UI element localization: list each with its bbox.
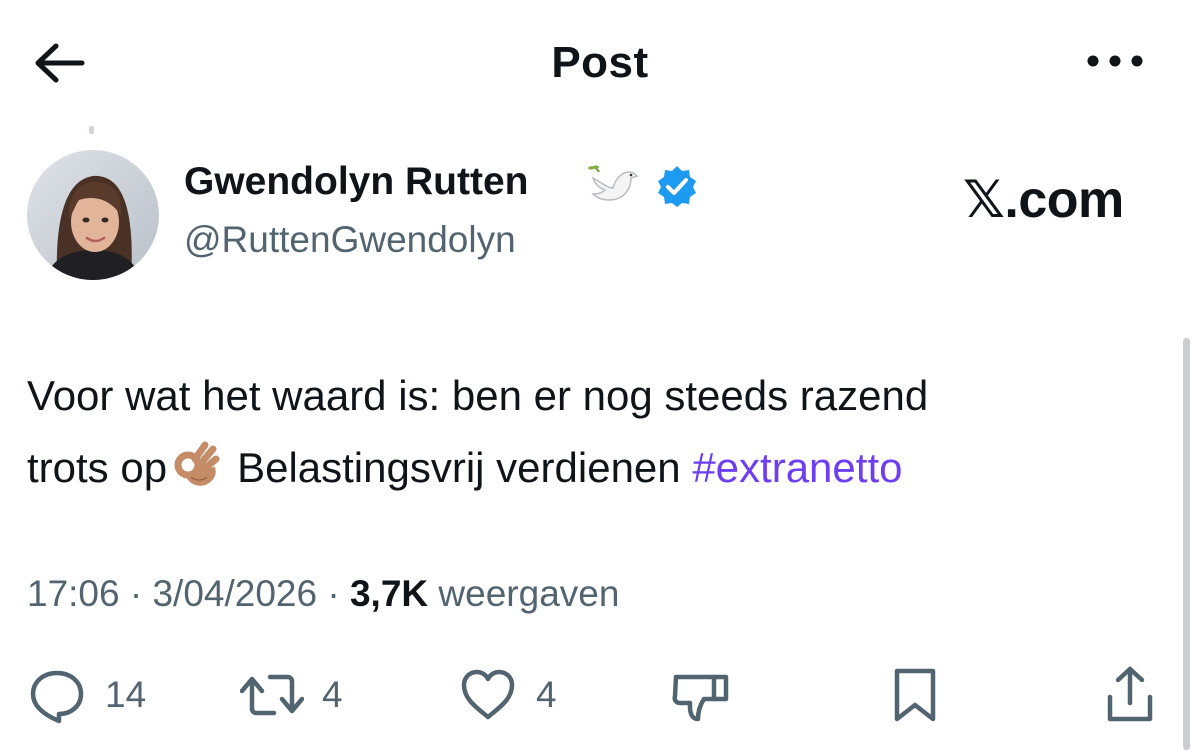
tweet-line-1: Voor wat het waard is: ben er nog steeds…	[27, 372, 929, 419]
like-count: 4	[536, 674, 557, 715]
more-horizontal-icon	[1087, 55, 1143, 67]
decorative-dot	[89, 126, 94, 134]
brand-label: 𝕏.com	[963, 171, 1124, 229]
post-date[interactable]: 3/04/2026	[152, 573, 317, 614]
tweet-text-part: trots op	[27, 444, 168, 491]
ok-hand-icon	[171, 439, 223, 491]
post-time: 17:06	[27, 573, 120, 614]
bookmark-button[interactable]	[885, 655, 945, 735]
dislike-icon	[672, 674, 729, 722]
tweet-text-part: Belastingsvrij verdienen	[237, 444, 681, 491]
views-count[interactable]: 3,7K	[350, 573, 428, 614]
dove-icon	[588, 165, 639, 201]
author-name[interactable]: Gwendolyn Rutten	[184, 160, 529, 204]
like-icon	[461, 669, 515, 720]
share-icon	[1107, 666, 1153, 722]
post-header: Post	[0, 0, 1200, 125]
tweet-line-2: trots op Belastingsvrij verdienen #extra…	[27, 432, 1147, 504]
repost-button[interactable]: 4	[240, 655, 343, 735]
tweet-text: Voor wat het waard is: ben er nog steeds…	[27, 360, 1147, 504]
repost-count: 4	[322, 674, 343, 715]
reply-icon	[30, 670, 84, 724]
avatar[interactable]	[27, 150, 159, 280]
reply-count: 14	[105, 674, 147, 715]
dislike-button[interactable]	[668, 655, 732, 735]
page-title: Post	[551, 38, 649, 87]
verified-badge-icon	[658, 166, 696, 207]
like-button[interactable]: 4	[458, 655, 557, 735]
post-metadata: 17:06 · 3/04/2026 · 3,7K weergaven	[27, 573, 619, 615]
views-label: weergaven	[438, 573, 620, 614]
author-handle[interactable]: @RuttenGwendolyn	[184, 219, 516, 261]
hashtag-link[interactable]: #extranetto	[692, 444, 902, 491]
reply-button[interactable]: 14	[27, 655, 146, 735]
separator: ·	[129, 573, 143, 614]
share-button[interactable]	[1100, 655, 1160, 735]
separator: ·	[327, 573, 340, 614]
bookmark-icon	[894, 668, 936, 722]
more-options-button[interactable]	[1082, 46, 1148, 76]
action-bar: 14 4 4	[0, 655, 1200, 735]
repost-icon	[240, 674, 304, 716]
